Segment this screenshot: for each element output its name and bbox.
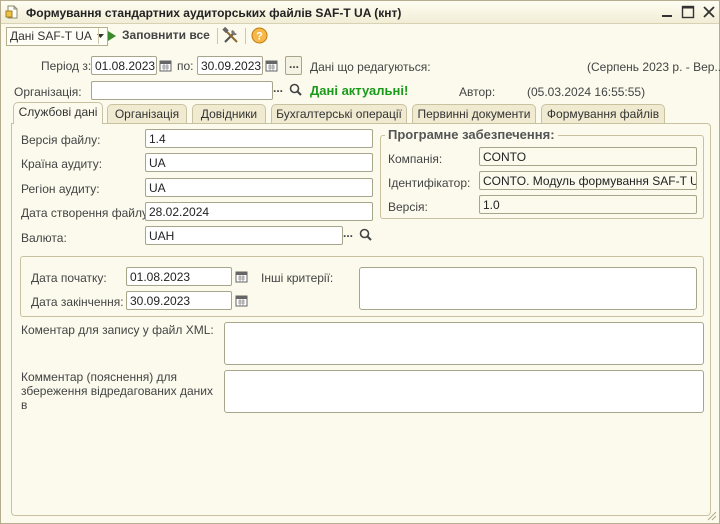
status-message: Дані актуальні! <box>310 83 409 98</box>
tools-icon[interactable] <box>222 27 240 45</box>
tab-label: Довідники <box>200 107 258 121</box>
tab-label: Формування файлів <box>546 107 660 121</box>
period-to-label: по: <box>177 59 194 73</box>
play-icon <box>108 31 116 41</box>
company-input[interactable]: CONTO <box>479 147 697 166</box>
currency-label: Валюта: <box>21 231 67 245</box>
currency-input[interactable]: UAH <box>145 226 343 245</box>
main-window: Формування стандартних аудиторських файл… <box>0 0 720 524</box>
company-label: Компанія: <box>388 152 443 166</box>
software-version-input[interactable]: 1.0 <box>479 195 697 214</box>
author-value: (05.03.2024 16:55:55) <box>527 85 646 99</box>
search-icon[interactable] <box>359 228 372 242</box>
help-icon[interactable]: ? <box>251 27 268 44</box>
author-label: Автор: <box>459 85 496 99</box>
data-dropdown-button[interactable]: Дані SAF-T UA <box>6 27 108 46</box>
window-title: Формування стандартних аудиторських файл… <box>26 6 402 20</box>
xml-comment-input[interactable] <box>224 322 704 365</box>
organization-input[interactable] <box>91 81 273 100</box>
tab-organization[interactable]: Організація <box>107 104 187 123</box>
app-icon <box>5 5 18 19</box>
identifier-input[interactable]: CONTO. Модуль формування SAF-T UA <box>479 171 697 190</box>
start-date-label: Дата початку: <box>31 271 107 285</box>
tab-accounting-operations[interactable]: Бухгалтерські операції <box>271 104 407 123</box>
tab-file-generation[interactable]: Формування файлів <box>541 104 665 123</box>
toolbar-separator <box>217 28 218 44</box>
editing-data-label: Дані що редагуються: <box>310 60 431 74</box>
fill-all-button[interactable]: Заповнити все <box>105 26 213 46</box>
audit-region-label: Регіон аудиту: <box>21 182 100 196</box>
tab-label: Бухгалтерські операції <box>276 107 402 121</box>
file-created-label: Дата створення файлу: <box>21 206 152 220</box>
tab-primary-documents[interactable]: Первинні документи <box>412 104 536 123</box>
toolbar-separator <box>245 28 246 44</box>
period-to-input[interactable]: 30.09.2023 <box>197 56 263 75</box>
tab-service-data[interactable]: Службові дані <box>13 102 103 124</box>
other-criteria-label: Інші критерії: <box>261 271 334 285</box>
file-version-input[interactable]: 1.4 <box>145 129 373 148</box>
data-dropdown-label: Дані SAF-T UA <box>10 29 92 43</box>
resize-grip-icon[interactable] <box>705 509 717 521</box>
active-tab-joiner <box>14 122 102 124</box>
software-version-label: Версія: <box>388 200 428 214</box>
audit-country-input[interactable]: UA <box>145 153 373 172</box>
period-select-button[interactable]: ... <box>285 56 302 75</box>
toolbar-separator <box>98 28 99 44</box>
close-icon[interactable] <box>701 4 717 20</box>
end-date-label: Дата закінчення: <box>31 295 124 309</box>
calendar-icon[interactable] <box>235 294 248 307</box>
xml-comment-label: Коментар для запису у файл XML: <box>21 323 214 337</box>
tab-label: Первинні документи <box>417 107 531 121</box>
file-created-input[interactable]: 28.02.2024 <box>145 202 373 221</box>
audit-region-input[interactable]: UA <box>145 178 373 197</box>
period-label: Період з: <box>41 59 92 73</box>
file-version-label: Версія файлу: <box>21 133 101 147</box>
identifier-label: Ідентифікатор: <box>388 176 471 190</box>
software-title: Програмне забезпечення: <box>385 127 558 142</box>
edited-comment-input[interactable] <box>224 370 704 413</box>
tab-label: Організація <box>114 107 180 121</box>
svg-text:?: ? <box>256 31 263 43</box>
tab-directories[interactable]: Довідники <box>192 104 266 123</box>
audit-country-label: Країна аудиту: <box>21 157 103 171</box>
edited-comment-label: Комментар (пояснення) для збереження від… <box>21 370 213 412</box>
organization-select-button[interactable]: ... <box>273 81 283 95</box>
calendar-icon[interactable] <box>265 59 278 72</box>
minimize-icon[interactable] <box>659 4 675 20</box>
editing-data-value: (Серпень 2023 р. - Вер... <box>587 60 720 74</box>
search-icon[interactable] <box>289 83 302 97</box>
period-from-input[interactable]: 01.08.2023 <box>91 56 157 75</box>
start-date-input[interactable]: 01.08.2023 <box>126 267 232 286</box>
calendar-icon[interactable] <box>235 270 248 283</box>
fill-all-label: Заповнити все <box>122 28 210 42</box>
maximize-icon[interactable] <box>680 4 696 20</box>
title-bar: Формування стандартних аудиторських файл… <box>1 1 719 24</box>
tab-label: Службові дані <box>18 105 98 119</box>
other-criteria-input[interactable] <box>359 267 697 310</box>
currency-select-button[interactable]: ... <box>343 226 353 240</box>
toolbar: Дані SAF-T UA Заповнити все ? <box>1 24 719 48</box>
calendar-icon[interactable] <box>159 59 172 72</box>
organization-label: Організація: <box>14 85 82 99</box>
end-date-input[interactable]: 30.09.2023 <box>126 291 232 310</box>
